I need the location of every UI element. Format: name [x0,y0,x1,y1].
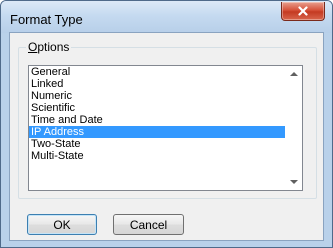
vertical-scrollbar[interactable] [286,66,302,190]
format-type-listbox[interactable]: General Linked Numeric Scientific Time and D… [28,65,303,191]
cancel-button[interactable]: Cancel [113,214,184,235]
list-items: General Linked Numeric Scientific Time and D… [29,66,285,162]
scroll-up-arrow-icon[interactable] [290,72,298,76]
list-item[interactable]: General [29,66,285,78]
dialog-title: Format Type [10,12,83,27]
close-icon [298,6,308,16]
options-group-label: Options [26,40,72,54]
list-item[interactable]: Linked [29,78,285,90]
list-item[interactable]: Multi-State [29,150,285,162]
close-button[interactable] [281,2,325,21]
scroll-down-arrow-icon[interactable] [290,180,298,184]
list-item[interactable]: IP Address [29,126,285,138]
title-bar[interactable]: Format Type [1,1,332,33]
list-item[interactable]: Scientific [29,102,285,114]
list-item[interactable]: Time and Date [29,114,285,126]
ok-button[interactable]: OK [27,214,97,235]
format-type-dialog: Format Type Options General Linked Numeric… [0,0,333,248]
dialog-client-area: Options General Linked Numeric Scientific Ti… [9,32,324,241]
list-item[interactable]: Numeric [29,90,285,102]
list-item[interactable]: Two-State [29,138,285,150]
